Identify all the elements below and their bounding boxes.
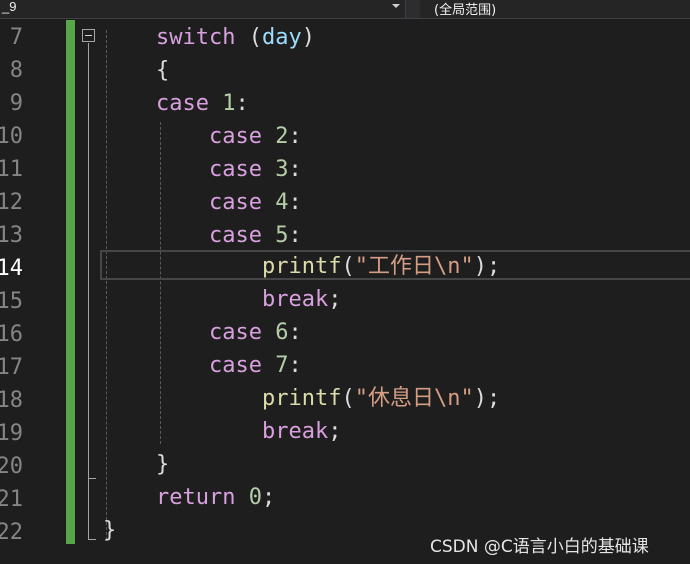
punctuation: :: [288, 190, 302, 215]
punctuation: :: [288, 157, 302, 182]
line-number: 16: [0, 322, 23, 347]
punctuation: (: [341, 254, 355, 279]
line-number: 13: [0, 223, 23, 248]
brace: {: [156, 58, 170, 83]
keyword: case: [209, 353, 262, 378]
chevron-down-icon[interactable]: [392, 4, 400, 8]
code-line-20[interactable]: }: [156, 448, 169, 481]
number: 6: [261, 320, 289, 345]
punctuation: :: [288, 353, 302, 378]
line-number: 19: [0, 421, 23, 446]
code-line-7[interactable]: switch (day): [156, 21, 315, 54]
outline-end: [88, 539, 96, 540]
line-number: 22: [0, 520, 23, 545]
number: 7: [261, 353, 289, 378]
number: 2: [261, 124, 289, 149]
line-number: 7: [9, 25, 23, 50]
punctuation: :: [288, 320, 302, 345]
punctuation: );: [473, 254, 501, 279]
minus-icon: [85, 35, 92, 36]
punctuation: :: [288, 124, 302, 149]
line-number: 15: [0, 289, 23, 314]
line-number: 21: [0, 487, 23, 512]
keyword: break: [262, 287, 329, 312]
code-line-19[interactable]: break;: [262, 415, 341, 448]
punctuation: (: [341, 386, 355, 411]
number: 3: [261, 157, 289, 182]
code-line-15[interactable]: break;: [262, 283, 341, 316]
outline-tick: [88, 478, 96, 479]
string-quote: ": [460, 386, 474, 411]
keyword: case: [209, 223, 262, 248]
number: 1: [208, 91, 236, 116]
code-line-13[interactable]: case 5:: [209, 219, 302, 252]
function-name: printf: [262, 386, 342, 411]
navigation-bar: _9 (全局范围): [0, 0, 690, 19]
keyword: case: [209, 320, 262, 345]
code-line-16[interactable]: case 6:: [209, 316, 302, 349]
string-text: 工作日: [367, 254, 434, 279]
function-name: printf: [262, 254, 342, 279]
watermark: CSDN @C语言小白的基础课: [430, 537, 649, 557]
line-number: 11: [0, 157, 23, 182]
current-line-number: 14: [0, 256, 23, 281]
number: 5: [261, 223, 289, 248]
member-scope-dropdown[interactable]: (全局范围): [420, 0, 690, 18]
keyword: case: [209, 124, 262, 149]
escape-sequence: \n: [434, 386, 461, 411]
code-line-9[interactable]: case 1:: [156, 87, 249, 120]
line-number: 20: [0, 454, 23, 479]
code-line-8[interactable]: {: [156, 54, 169, 87]
code-line-14[interactable]: printf("工作日\n");: [262, 250, 500, 283]
indent-guide: [160, 122, 161, 444]
brace: }: [103, 518, 117, 543]
string-quote: ": [354, 386, 368, 411]
keyword: case: [209, 190, 262, 215]
keyword: case: [209, 157, 262, 182]
punctuation: ;: [328, 419, 342, 444]
identifier: day: [261, 25, 302, 50]
code-line-22[interactable]: }: [103, 514, 116, 547]
member-scope-label: (全局范围): [434, 3, 497, 18]
code-line-10[interactable]: case 2:: [209, 120, 302, 153]
line-number: 9: [9, 91, 23, 116]
brace: }: [156, 452, 170, 477]
line-number: 18: [0, 388, 23, 413]
collapse-toggle-icon[interactable]: [82, 29, 95, 42]
line-number: 8: [9, 58, 23, 83]
punctuation: :: [288, 223, 302, 248]
code-line-18[interactable]: printf("休息日\n");: [262, 382, 500, 415]
code-line-12[interactable]: case 4:: [209, 186, 302, 219]
code-line-11[interactable]: case 3:: [209, 153, 302, 186]
string-text: 休息日: [367, 386, 434, 411]
escape-sequence: \n: [434, 254, 461, 279]
keyword: case: [156, 91, 209, 116]
string-quote: ": [354, 254, 368, 279]
line-number: 12: [0, 190, 23, 215]
punctuation: :: [235, 91, 249, 116]
number: 0: [235, 485, 262, 510]
file-scope-dropdown[interactable]: _9: [0, 0, 406, 18]
punctuation: ): [301, 25, 315, 50]
line-number: 17: [0, 355, 23, 380]
code-line-21[interactable]: return 0;: [156, 481, 275, 514]
punctuation: (: [235, 25, 262, 50]
number: 4: [261, 190, 289, 215]
keyword: break: [262, 419, 329, 444]
code-line-17[interactable]: case 7:: [209, 349, 302, 382]
change-tracking-bar: [66, 20, 75, 544]
file-scope-label: _9: [2, 0, 17, 14]
punctuation: ;: [328, 287, 342, 312]
punctuation: );: [473, 386, 501, 411]
keyword: switch: [156, 25, 236, 50]
keyword: return: [156, 485, 236, 510]
string-quote: ": [460, 254, 474, 279]
punctuation: ;: [261, 485, 276, 510]
line-number: 10: [0, 124, 23, 149]
indent-guide: [106, 30, 107, 540]
outline-guide: [88, 43, 89, 539]
